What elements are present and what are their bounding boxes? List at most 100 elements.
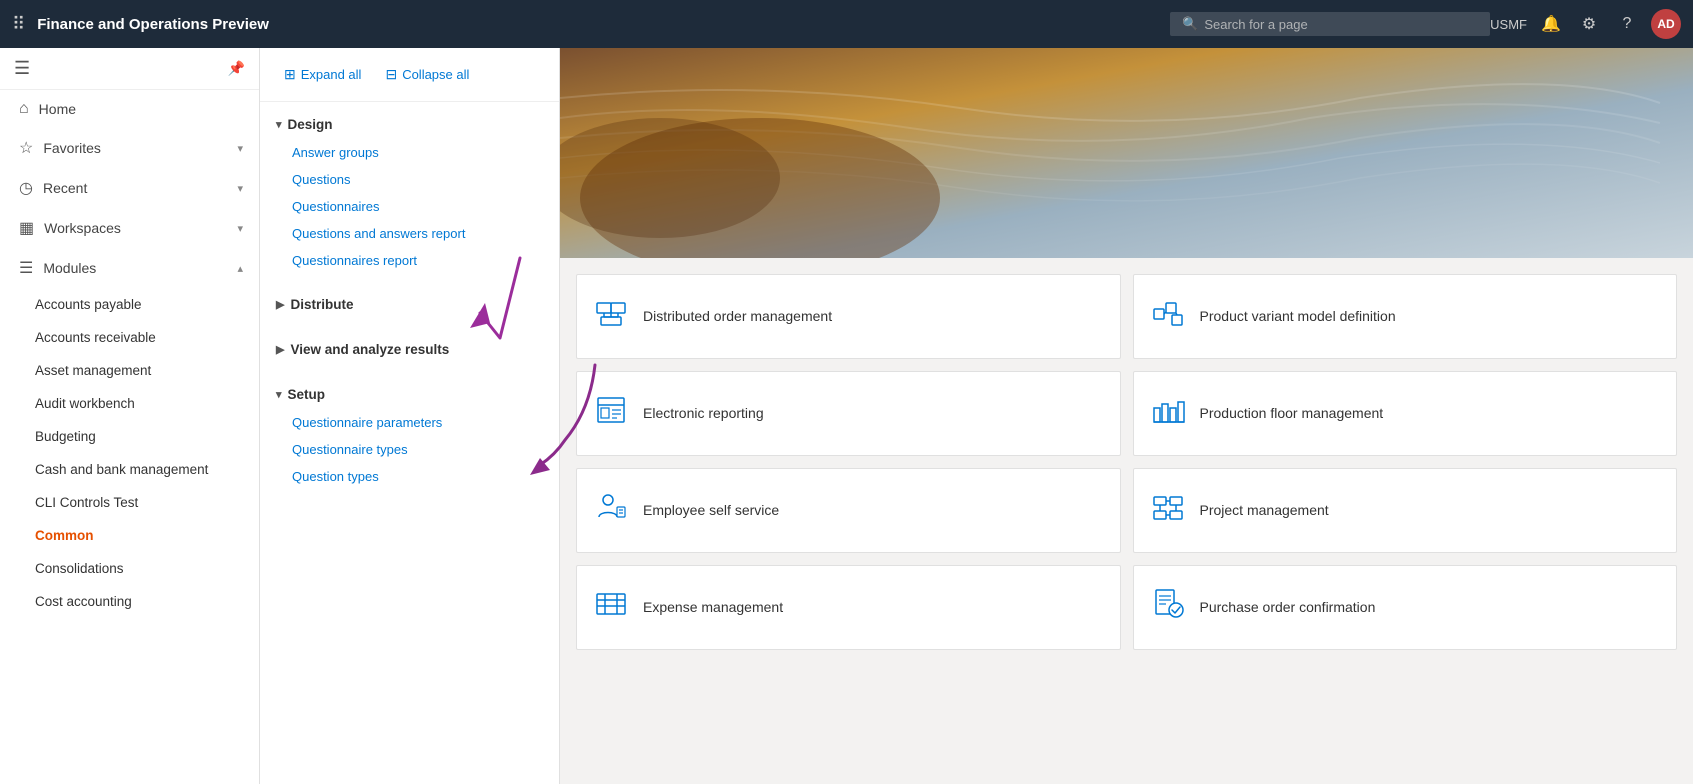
distributed-order-label: Distributed order management bbox=[643, 307, 832, 325]
tile-employee-self-service[interactable]: Employee self service bbox=[576, 468, 1121, 553]
module-consolidations[interactable]: Consolidations bbox=[0, 552, 259, 585]
sidebar-item-workspaces[interactable]: ▦ Workspaces ▾ bbox=[0, 208, 259, 248]
setup-label: Setup bbox=[288, 387, 326, 402]
recent-chevron: ▾ bbox=[237, 182, 243, 195]
center-panel: ⊞ Expand all ⊟ Collapse all ▾ Design Ans… bbox=[260, 48, 560, 784]
design-label: Design bbox=[288, 117, 333, 132]
sidebar-scroll-area: ⌂ Home ☆ Favorites ▾ ◷ Recent ▾ ▦ Worksp… bbox=[0, 90, 259, 784]
expense-management-label: Expense management bbox=[643, 598, 783, 616]
sidebar-item-favorites[interactable]: ☆ Favorites ▾ bbox=[0, 128, 259, 168]
nav-right-area: USMF 🔔 ⚙ ? AD bbox=[1490, 9, 1681, 39]
global-search[interactable]: 🔍 Search for a page bbox=[1170, 12, 1490, 36]
sidebar-item-recent[interactable]: ◷ Recent ▾ bbox=[0, 168, 259, 208]
employee-self-service-label: Employee self service bbox=[643, 501, 779, 519]
company-selector[interactable]: USMF bbox=[1490, 17, 1527, 32]
setup-header[interactable]: ▾ Setup bbox=[260, 380, 559, 409]
tile-production-floor[interactable]: Production floor management bbox=[1133, 371, 1678, 456]
electronic-reporting-label: Electronic reporting bbox=[643, 404, 764, 422]
project-management-icon bbox=[1150, 489, 1186, 532]
module-audit-workbench[interactable]: Audit workbench bbox=[0, 387, 259, 420]
collapse-all-label: Collapse all bbox=[402, 67, 469, 82]
employee-self-service-icon bbox=[593, 489, 629, 532]
module-cli-controls[interactable]: CLI Controls Test bbox=[0, 486, 259, 519]
product-variant-icon bbox=[1150, 295, 1186, 338]
modules-list: Accounts payable Accounts receivable Ass… bbox=[0, 288, 259, 618]
sidebar-modules-label: Modules bbox=[43, 260, 96, 276]
tree-item-answer-groups[interactable]: Answer groups bbox=[260, 139, 559, 166]
left-sidebar: ☰ 📌 ⌂ Home ☆ Favorites ▾ ◷ Recent ▾ ▦ Wo… bbox=[0, 48, 260, 784]
main-layout: ☰ 📌 ⌂ Home ☆ Favorites ▾ ◷ Recent ▾ ▦ Wo… bbox=[0, 48, 1693, 784]
expense-management-icon bbox=[593, 586, 629, 629]
production-floor-icon bbox=[1150, 392, 1186, 435]
sidebar-toggle[interactable]: ☰ bbox=[14, 58, 30, 79]
expand-all-button[interactable]: ⊞ Expand all bbox=[276, 62, 369, 87]
expand-all-label: Expand all bbox=[301, 67, 362, 82]
purchase-order-label: Purchase order confirmation bbox=[1200, 598, 1376, 616]
sidebar-pin[interactable]: 📌 bbox=[228, 60, 245, 77]
purchase-order-icon bbox=[1150, 586, 1186, 629]
production-floor-label: Production floor management bbox=[1200, 404, 1384, 422]
app-grid-icon[interactable]: ⠿ bbox=[12, 14, 25, 35]
user-avatar[interactable]: AD bbox=[1651, 9, 1681, 39]
settings-icon[interactable]: ⚙ bbox=[1575, 10, 1603, 38]
tree-item-questionnaire-types[interactable]: Questionnaire types bbox=[260, 436, 559, 463]
product-variant-label: Product variant model definition bbox=[1200, 307, 1396, 325]
top-navigation: ⠿ Finance and Operations Preview 🔍 Searc… bbox=[0, 0, 1693, 48]
workspaces-icon: ▦ bbox=[19, 218, 34, 238]
setup-chevron: ▾ bbox=[276, 388, 282, 401]
workspaces-chevron: ▾ bbox=[237, 222, 243, 235]
tile-product-variant[interactable]: Product variant model definition bbox=[1133, 274, 1678, 359]
help-icon[interactable]: ? bbox=[1613, 10, 1641, 38]
tree-item-question-types[interactable]: Question types bbox=[260, 463, 559, 490]
center-toolbar: ⊞ Expand all ⊟ Collapse all bbox=[260, 48, 559, 102]
search-icon: 🔍 bbox=[1182, 16, 1198, 32]
modules-chevron: ▴ bbox=[237, 262, 243, 275]
sidebar-favorites-label: Favorites bbox=[43, 140, 101, 156]
design-header[interactable]: ▾ Design bbox=[260, 110, 559, 139]
app-title: Finance and Operations Preview bbox=[37, 16, 1170, 33]
tree-item-questions[interactable]: Questions bbox=[260, 166, 559, 193]
home-icon: ⌂ bbox=[19, 100, 29, 118]
sidebar-home-label: Home bbox=[39, 101, 76, 117]
sidebar-workspaces-label: Workspaces bbox=[44, 220, 121, 236]
search-placeholder: Search for a page bbox=[1204, 17, 1307, 32]
design-chevron: ▾ bbox=[276, 118, 282, 131]
sidebar-item-home[interactable]: ⌂ Home bbox=[0, 90, 259, 128]
tree-item-questionnaires[interactable]: Questionnaires bbox=[260, 193, 559, 220]
module-cash-bank[interactable]: Cash and bank management bbox=[0, 453, 259, 486]
main-content: Distributed order management Product var… bbox=[560, 48, 1693, 784]
distributed-order-icon bbox=[593, 295, 629, 338]
tile-project-management[interactable]: Project management bbox=[1133, 468, 1678, 553]
distribute-label: Distribute bbox=[290, 297, 353, 312]
sidebar-recent-label: Recent bbox=[43, 180, 87, 196]
tree-item-questionnaire-params[interactable]: Questionnaire parameters bbox=[260, 409, 559, 436]
setup-section: ▾ Setup Questionnaire parameters Questio… bbox=[260, 372, 559, 498]
setup-items: Questionnaire parameters Questionnaire t… bbox=[260, 409, 559, 490]
module-budgeting[interactable]: Budgeting bbox=[0, 420, 259, 453]
module-accounts-payable[interactable]: Accounts payable bbox=[0, 288, 259, 321]
collapse-all-button[interactable]: ⊟ Collapse all bbox=[377, 62, 477, 87]
favorites-icon: ☆ bbox=[19, 138, 33, 158]
module-asset-management[interactable]: Asset management bbox=[0, 354, 259, 387]
sidebar-item-modules[interactable]: ☰ Modules ▴ bbox=[0, 248, 259, 288]
expand-icon: ⊞ bbox=[284, 66, 296, 83]
electronic-reporting-icon bbox=[593, 392, 629, 435]
view-analyze-chevron: ▶ bbox=[276, 343, 284, 356]
view-analyze-label: View and analyze results bbox=[290, 342, 449, 357]
notification-icon[interactable]: 🔔 bbox=[1537, 10, 1565, 38]
hero-banner bbox=[560, 48, 1693, 258]
tile-purchase-order[interactable]: Purchase order confirmation bbox=[1133, 565, 1678, 650]
tile-distributed-order[interactable]: Distributed order management bbox=[576, 274, 1121, 359]
tile-electronic-reporting[interactable]: Electronic reporting bbox=[576, 371, 1121, 456]
module-cost-accounting[interactable]: Cost accounting bbox=[0, 585, 259, 618]
tile-expense-management[interactable]: Expense management bbox=[576, 565, 1121, 650]
module-accounts-receivable[interactable]: Accounts receivable bbox=[0, 321, 259, 354]
module-common[interactable]: Common bbox=[0, 519, 259, 552]
tile-grid: Distributed order management Product var… bbox=[560, 258, 1693, 666]
modules-icon: ☰ bbox=[19, 258, 33, 278]
project-management-label: Project management bbox=[1200, 501, 1329, 519]
sidebar-header: ☰ 📌 bbox=[0, 48, 259, 90]
favorites-chevron: ▾ bbox=[237, 142, 243, 155]
hero-svg bbox=[560, 48, 1693, 258]
collapse-icon: ⊟ bbox=[385, 66, 397, 83]
